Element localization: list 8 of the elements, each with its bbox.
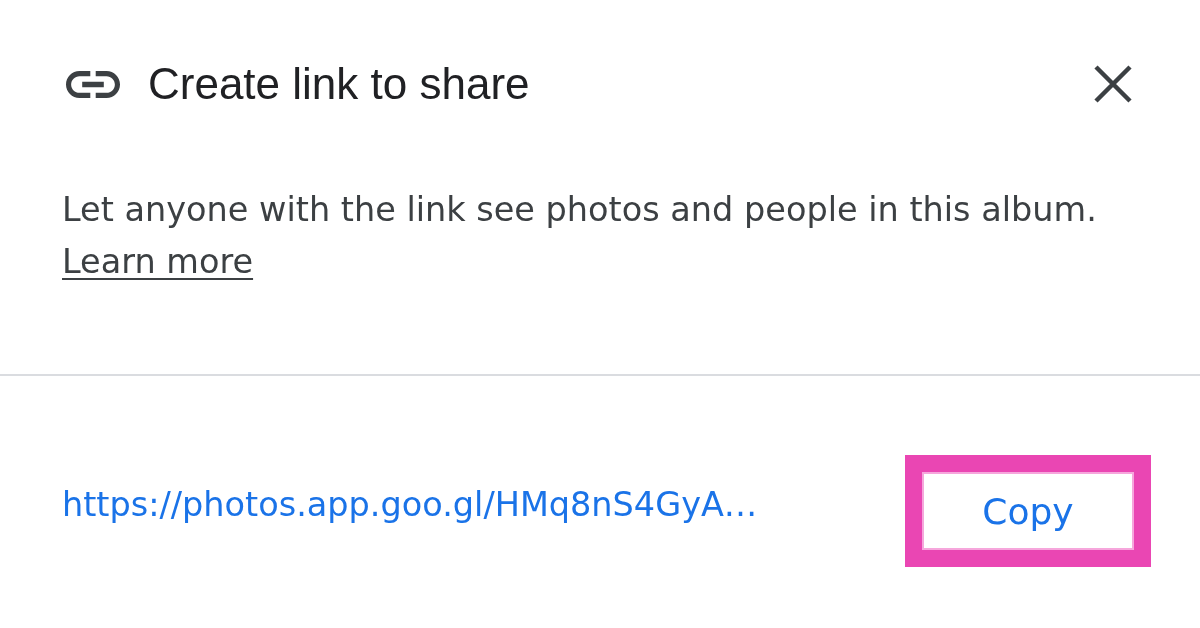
link-icon xyxy=(66,70,120,98)
learn-more-link[interactable]: Learn more xyxy=(62,236,254,288)
close-button[interactable] xyxy=(1094,65,1132,103)
description-text: Let anyone with the link see photos and people in this album. xyxy=(62,189,1097,231)
close-icon xyxy=(1094,65,1132,103)
dialog-title: Create link to share xyxy=(148,60,530,108)
share-url-link[interactable]: https://photos.app.goo.gl/HMq8nS4GyA… xyxy=(62,484,758,524)
copy-button[interactable]: Copy xyxy=(905,455,1151,567)
